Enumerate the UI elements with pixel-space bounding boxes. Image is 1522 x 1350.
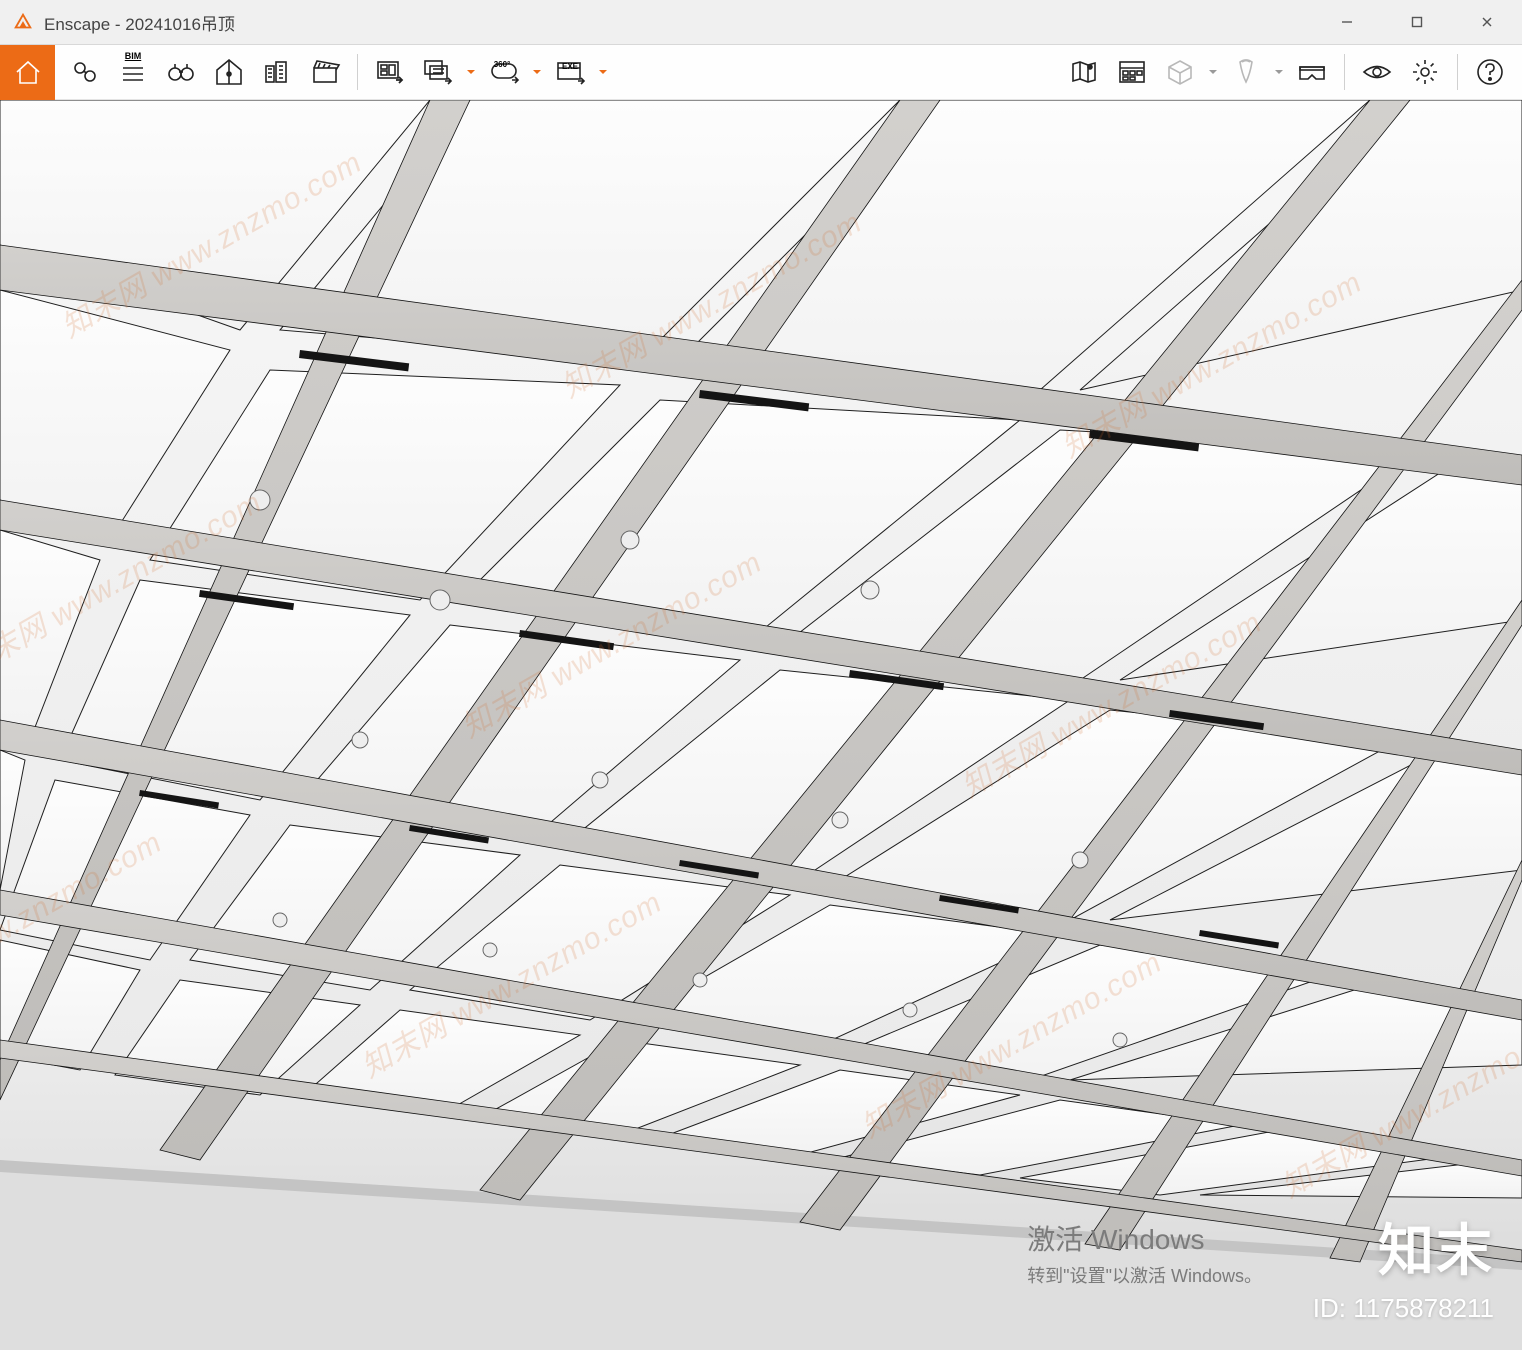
batch-render-dropdown[interactable] — [462, 66, 480, 78]
asset-library-button[interactable] — [1108, 48, 1156, 96]
ceiling-render-scene — [0, 100, 1522, 1350]
bim-mode-button[interactable]: BIM — [109, 48, 157, 96]
toolbar-separator — [1344, 54, 1345, 90]
walk-mode-dropdown[interactable] — [1270, 66, 1288, 78]
render-viewport[interactable]: 知末网 www.znzmo.com 知末网 www.znzmo.com 知末网 … — [0, 100, 1522, 1350]
exe-export-dropdown[interactable] — [594, 66, 612, 78]
perspective-view-button[interactable] — [205, 48, 253, 96]
exe-label: EXE — [551, 63, 589, 71]
settings-gear-button[interactable] — [1401, 48, 1449, 96]
batch-render-button[interactable] — [414, 48, 462, 96]
window-controls — [1312, 0, 1522, 44]
map-button[interactable] — [1060, 48, 1108, 96]
minimize-button[interactable] — [1312, 0, 1382, 44]
walk-mode-button[interactable] — [1222, 48, 1270, 96]
toolbar-separator — [357, 54, 358, 90]
vr-headset-button[interactable] — [1288, 48, 1336, 96]
bim-label: BIM — [109, 52, 157, 61]
cube-view-button[interactable] — [1156, 48, 1204, 96]
video-clapper-button[interactable] — [301, 48, 349, 96]
home-button[interactable] — [0, 45, 55, 100]
screenshot-button[interactable] — [366, 48, 414, 96]
panorama-dropdown[interactable] — [528, 66, 546, 78]
buildings-button[interactable] — [253, 48, 301, 96]
link-views-button[interactable] — [61, 48, 109, 96]
exe-export-button[interactable]: EXE — [546, 48, 594, 96]
visibility-eye-button[interactable] — [1353, 48, 1401, 96]
window-title: Enscape - 20241016吊顶 — [44, 10, 235, 35]
title-bar: Enscape - 20241016吊顶 — [0, 0, 1522, 45]
maximize-button[interactable] — [1382, 0, 1452, 44]
toolbar-separator — [1457, 54, 1458, 90]
binoculars-button[interactable] — [157, 48, 205, 96]
close-button[interactable] — [1452, 0, 1522, 44]
panorama-360-button[interactable]: 360° — [480, 48, 528, 96]
pano-label: 360° — [480, 61, 524, 69]
enscape-logo-icon — [12, 11, 34, 33]
main-toolbar: BIM 360° EXE — [0, 45, 1522, 100]
cube-view-dropdown[interactable] — [1204, 66, 1222, 78]
help-button[interactable] — [1466, 48, 1514, 96]
